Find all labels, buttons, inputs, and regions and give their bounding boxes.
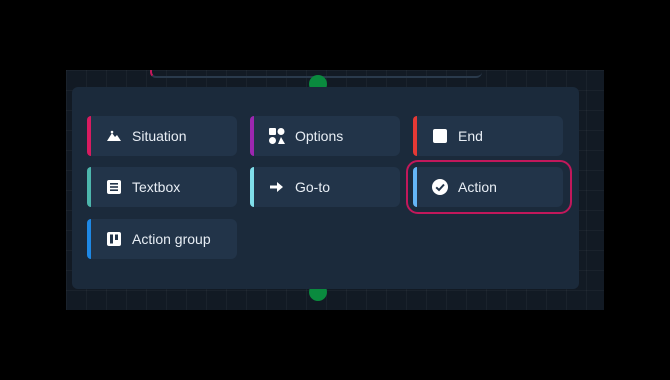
textbox-label: Textbox [132,179,181,195]
node-option-situation[interactable]: Situation [87,116,237,156]
node-option-textbox[interactable]: Textbox [87,167,237,207]
arrow-right-icon [268,178,286,196]
selection-highlight [406,160,572,214]
stop-square-icon [431,127,449,145]
goto-label: Go-to [295,179,331,195]
goto-color-bar [250,167,254,207]
node-option-action-group[interactable]: Action group [87,219,237,259]
situation-color-bar [87,116,91,156]
end-color-bar [413,116,417,156]
node-option-goto[interactable]: Go-to [250,167,400,207]
shapes-icon [268,127,286,145]
action-group-color-bar [87,219,91,259]
situation-label: Situation [132,128,187,144]
action-group-label: Action group [132,231,211,247]
landscape-icon [105,127,123,145]
node-option-options[interactable]: Options [250,116,400,156]
end-label: End [458,128,483,144]
textbox-color-bar [87,167,91,207]
options-label: Options [295,128,344,144]
node-option-end[interactable]: End [413,116,563,156]
board-icon [105,230,123,248]
text-box-icon [105,178,123,196]
options-color-bar [250,116,254,156]
